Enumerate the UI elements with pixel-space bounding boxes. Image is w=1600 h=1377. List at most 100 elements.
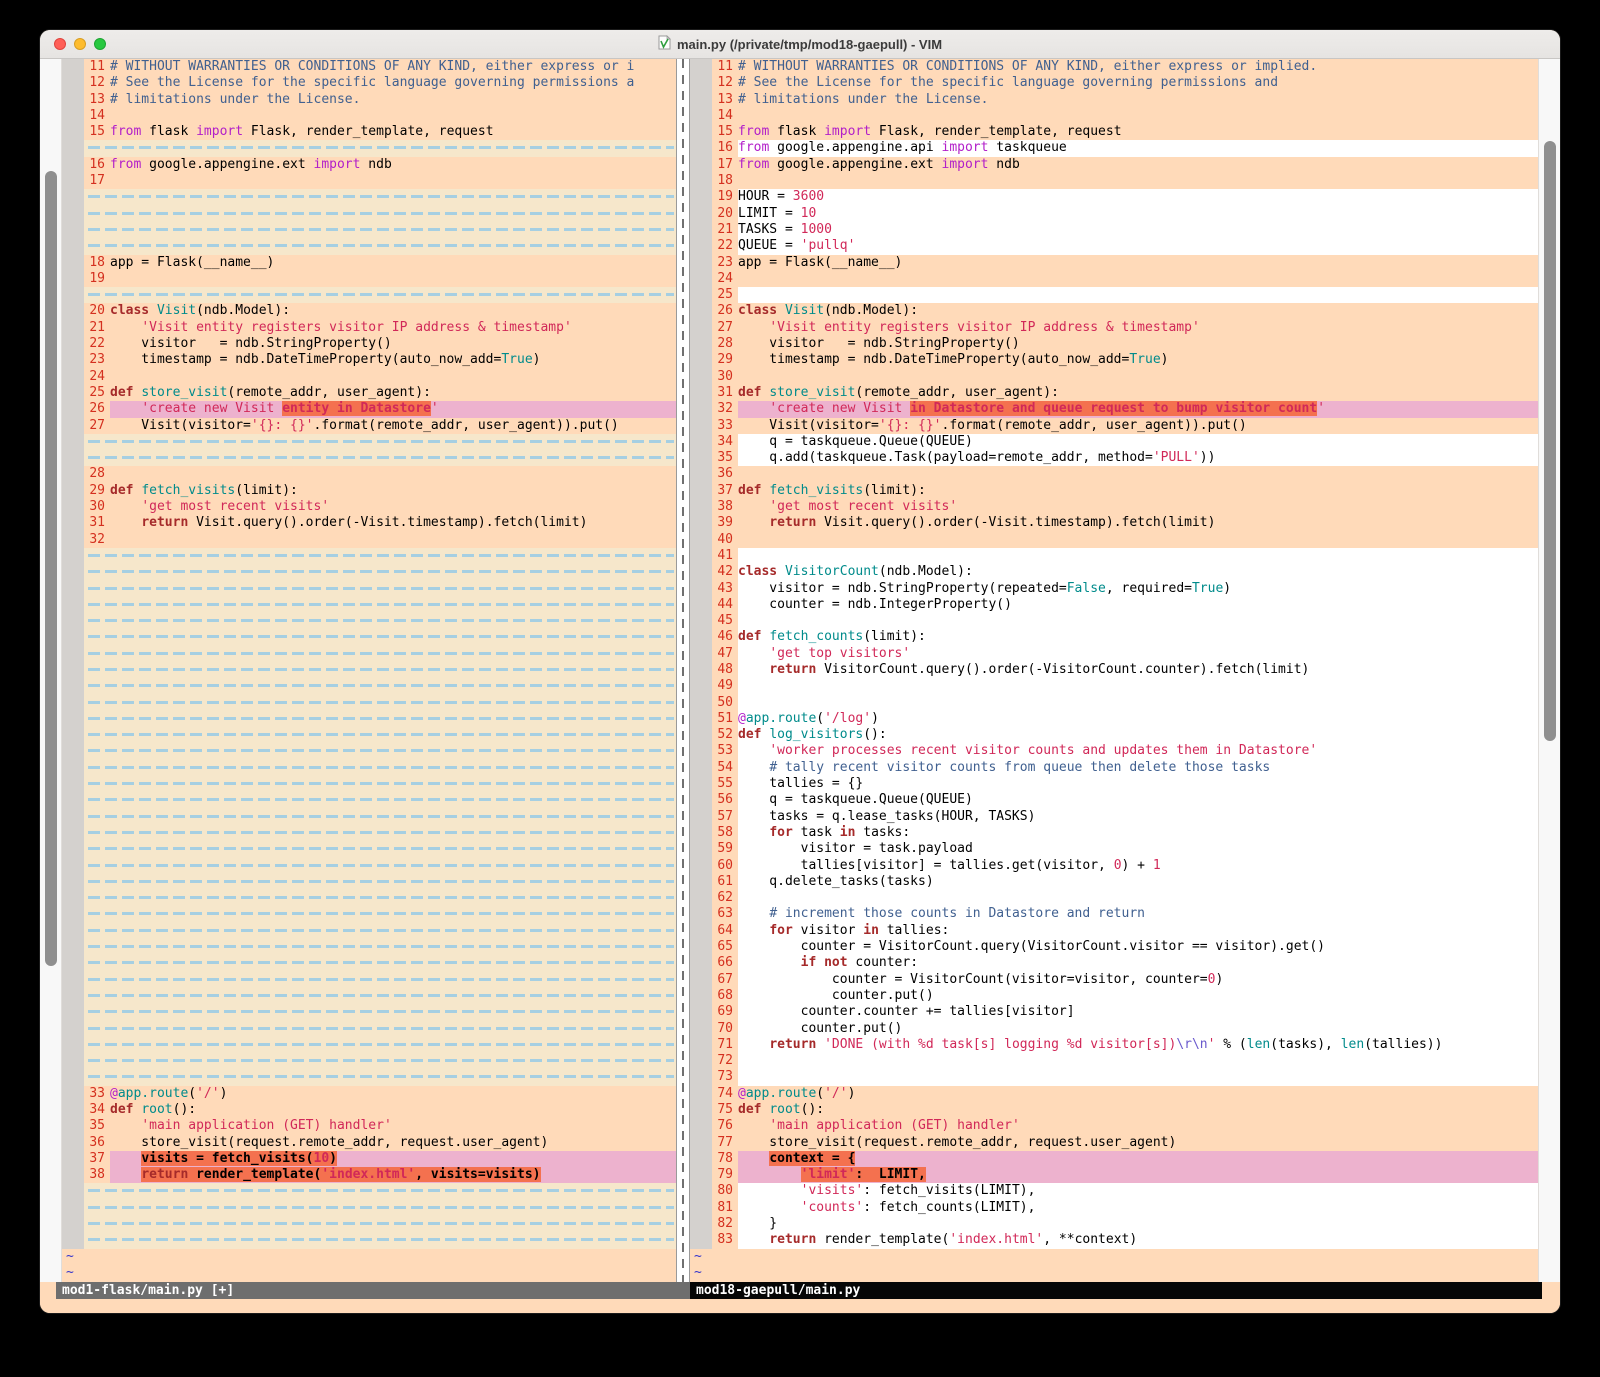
left-code-pane[interactable]: 11# WITHOUT WARRANTIES OR CONDITIONS OF … [62, 59, 676, 1282]
zoom-button[interactable] [94, 38, 106, 50]
right-scrollbar[interactable] [1538, 59, 1560, 1282]
code-row: 47 'get top visitors' [690, 646, 1538, 662]
code-row: 12# See the License for the specific lan… [62, 75, 676, 91]
code-text: from flask import Flask, render_template… [110, 124, 676, 140]
right-scrollbar-thumb[interactable] [1544, 141, 1556, 741]
close-button[interactable] [54, 38, 66, 50]
fold-column [690, 157, 712, 173]
code-row: 26 'create new Visit entity in Datastore… [62, 401, 676, 417]
line-number: 20 [712, 206, 738, 222]
line-number: 55 [712, 776, 738, 792]
code-row: 75def root(): [690, 1102, 1538, 1118]
code-text: 'main application (GET) handler' [110, 1118, 676, 1134]
fold-column [62, 1069, 84, 1085]
split-separator[interactable] [676, 59, 690, 1282]
line-number: 78 [712, 1151, 738, 1167]
command-line[interactable] [40, 1299, 1560, 1313]
diff-filler-row [62, 597, 676, 613]
fold-column [690, 955, 712, 971]
code-text [738, 890, 1538, 906]
statusline-inactive: mod1-flask/main.py [+] [56, 1282, 690, 1299]
fold-column [690, 369, 712, 385]
fold-column [62, 450, 84, 466]
code-text: counter = VisitorCount.query(VisitorCoun… [738, 939, 1538, 955]
line-number: 30 [84, 499, 110, 515]
fold-column [690, 222, 712, 238]
fold-column [690, 238, 712, 254]
line-number: 34 [712, 434, 738, 450]
code-text: counter.counter += tallies[visitor] [738, 1004, 1538, 1020]
fold-column [690, 108, 712, 124]
diff-filler-row [62, 841, 676, 857]
code-row: 37 visits = fetch_visits(10) [62, 1151, 676, 1167]
line-number: 28 [84, 466, 110, 482]
code-row: 54 # tally recent visitor counts from qu… [690, 760, 1538, 776]
code-text: counter.put() [738, 988, 1538, 1004]
code-text: for task in tasks: [738, 825, 1538, 841]
fold-column [690, 1004, 712, 1020]
fold-column [62, 418, 84, 434]
code-text [110, 369, 676, 385]
code-row: 55 tallies = {} [690, 776, 1538, 792]
code-row: 53 'worker processes recent visitor coun… [690, 743, 1538, 759]
left-scrollbar[interactable] [40, 59, 62, 1282]
code-text [738, 466, 1538, 482]
diff-delete-dashes [84, 434, 676, 450]
fold-column [62, 157, 84, 173]
fold-column [62, 890, 84, 906]
minimize-button[interactable] [74, 38, 86, 50]
diff-delete-dashes [84, 841, 676, 857]
fold-column [62, 336, 84, 352]
diff-delete-dashes [84, 564, 676, 580]
code-text: Visit(visitor='{}: {}'.format(remote_add… [738, 418, 1538, 434]
line-number: 36 [712, 466, 738, 482]
diff-filler-row [62, 972, 676, 988]
fold-column [690, 678, 712, 694]
fold-column [690, 255, 712, 271]
fold-column [62, 1135, 84, 1151]
code-text: counter = ndb.IntegerProperty() [738, 597, 1538, 613]
traffic-lights [54, 38, 106, 50]
fold-column [62, 874, 84, 890]
line-number: 32 [84, 532, 110, 548]
code-row: 38 'get most recent visits' [690, 499, 1538, 515]
code-text: # WITHOUT WARRANTIES OR CONDITIONS OF AN… [738, 59, 1538, 75]
code-row: 68 counter.put() [690, 988, 1538, 1004]
fold-column [690, 646, 712, 662]
code-row: 31 return Visit.query().order(-Visit.tim… [62, 515, 676, 531]
fold-column [690, 662, 712, 678]
code-row: 30 'get most recent visits' [62, 499, 676, 515]
code-text: context = { [738, 1151, 1538, 1167]
fold-column [62, 1183, 84, 1199]
code-row: 73 [690, 1069, 1538, 1085]
fold-column [62, 841, 84, 857]
line-number: 12 [84, 75, 110, 91]
line-number: 17 [712, 157, 738, 173]
code-row: 72 [690, 1053, 1538, 1069]
fold-column [62, 352, 84, 368]
diff-delete-dashes [84, 287, 676, 303]
right-code-pane[interactable]: 11# WITHOUT WARRANTIES OR CONDITIONS OF … [690, 59, 1538, 1282]
code-text [738, 173, 1538, 189]
code-row: 29 timestamp = ndb.DateTimeProperty(auto… [690, 352, 1538, 368]
diff-delete-dashes [84, 695, 676, 711]
code-text: def root(): [738, 1102, 1538, 1118]
diff-filler-row [62, 955, 676, 971]
code-text: timestamp = ndb.DateTimeProperty(auto_no… [110, 352, 676, 368]
left-scrollbar-thumb[interactable] [45, 171, 57, 966]
code-text: return render_template('index.html', **c… [738, 1232, 1538, 1248]
fold-column [690, 532, 712, 548]
code-text: 'worker processes recent visitor counts … [738, 743, 1538, 759]
fold-column [690, 564, 712, 580]
diff-filler-row [62, 711, 676, 727]
line-number: 43 [712, 581, 738, 597]
code-row: 32 'create new Visit in Datastore and qu… [690, 401, 1538, 417]
line-number: 34 [84, 1102, 110, 1118]
code-row: 35 'main application (GET) handler' [62, 1118, 676, 1134]
code-text [110, 271, 676, 287]
code-row: 39 return Visit.query().order(-Visit.tim… [690, 515, 1538, 531]
line-number: 11 [84, 59, 110, 75]
fold-column [62, 466, 84, 482]
code-row: 79 'limit': LIMIT, [690, 1167, 1538, 1183]
line-number: 37 [712, 483, 738, 499]
